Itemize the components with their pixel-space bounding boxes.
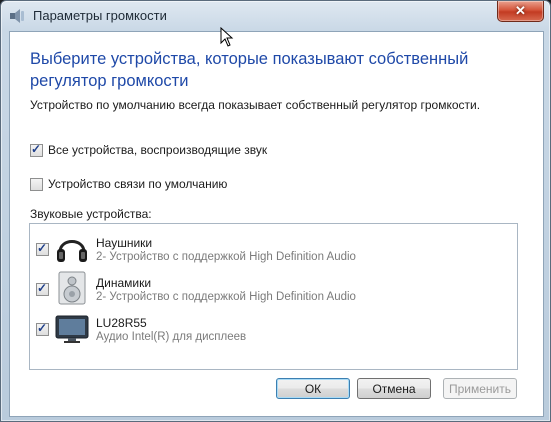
default-comm-device-checkbox[interactable] [30, 177, 43, 191]
apply-button[interactable]: Применить [443, 378, 517, 399]
heading-line-1: Выберите устройства, которые показывают … [30, 50, 469, 68]
cancel-button[interactable]: Отмена [357, 378, 431, 399]
monitor-desc: Аудио Intel(R) для дисплеев [96, 331, 247, 343]
headphones-checkbox[interactable]: ✓ [36, 241, 49, 256]
ok-button[interactable]: ОК [276, 378, 350, 399]
headphones-name: Наушники [96, 236, 153, 250]
all-devices-label: Все устройства, воспроизводящие звук [48, 143, 268, 157]
window-title: Параметры громкости [33, 8, 167, 23]
all-devices-checkbox[interactable]: ✓ [30, 142, 43, 157]
monitor-icon [55, 315, 89, 343]
option-all-devices[interactable]: ✓ Все устройства, воспроизводящие звук [30, 142, 268, 157]
close-icon: ✕ [515, 3, 526, 18]
close-button[interactable]: ✕ [497, 1, 544, 22]
sound-devices-list: ✓ Наушники 2- Устройство с поддержкой Hi… [29, 223, 518, 370]
speakers-checkbox[interactable]: ✓ [36, 281, 49, 296]
dialog-heading: Выберите устройства, которые показывают … [30, 48, 480, 92]
device-item-monitor[interactable]: ✓ LU28R55 Аудио Intel(R) для дисплеев [36, 310, 506, 350]
option-default-comm-device[interactable]: Устройство связи по умолчанию [30, 177, 227, 191]
title-bar[interactable]: Параметры громкости ✕ [9, 1, 544, 28]
speaker-app-icon [10, 9, 24, 23]
sound-devices-label: Звуковые устройства: [30, 207, 152, 221]
device-item-speakers[interactable]: ✓ Динамики 2- Устройство с поддержкой Hi… [36, 270, 506, 310]
monitor-name: LU28R55 [96, 316, 147, 330]
device-item-headphones[interactable]: ✓ Наушники 2- Устройство с поддержкой Hi… [36, 230, 506, 270]
headphones-icon [57, 240, 87, 262]
headphones-desc: 2- Устройство с поддержкой High Definiti… [96, 251, 356, 263]
default-comm-device-label: Устройство связи по умолчанию [48, 177, 228, 191]
volume-settings-window: Параметры громкости ✕ Выберите устройств… [0, 0, 551, 422]
dialog-body: Выберите устройства, которые показывают … [9, 31, 544, 417]
speaker-icon [58, 271, 86, 305]
heading-line-2: регулятор громкости [30, 72, 189, 90]
mouse-cursor-icon [220, 27, 234, 47]
speakers-desc: 2- Устройство с поддержкой High Definiti… [96, 291, 356, 303]
speakers-name: Динамики [96, 276, 152, 290]
monitor-checkbox[interactable]: ✓ [36, 321, 49, 336]
dialog-description: Устройство по умолчанию всегда показывае… [30, 98, 481, 112]
